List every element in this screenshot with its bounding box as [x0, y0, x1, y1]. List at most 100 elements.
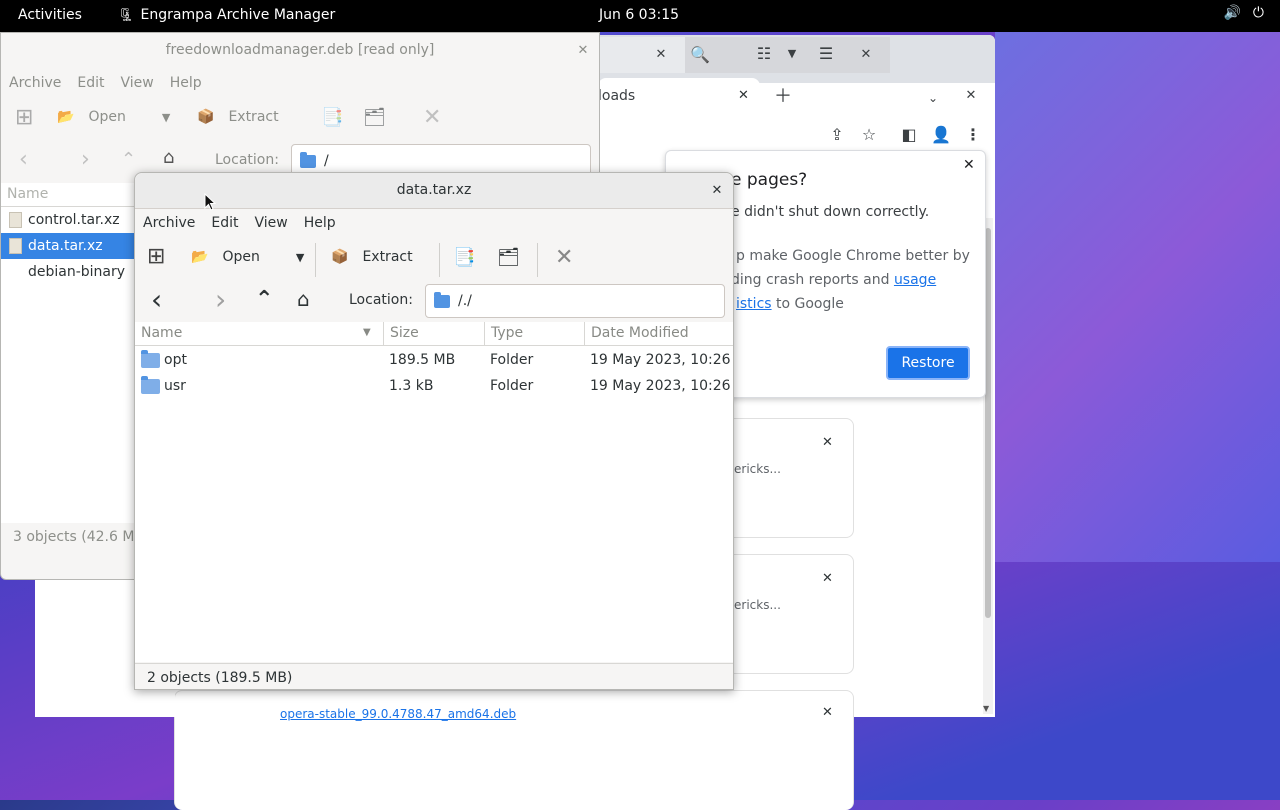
download-link[interactable]: opera-stable_99.0.4788.47_amd64.deb	[280, 707, 516, 721]
cancel-icon[interactable]: ✕	[423, 105, 441, 130]
folder-icon	[141, 375, 160, 394]
popup-close-icon[interactable]: ✕	[963, 157, 975, 173]
open-button[interactable]: 📂 Open ▼	[191, 249, 304, 265]
menu-view[interactable]: View	[247, 211, 296, 237]
app-name: Engrampa Archive Manager	[140, 7, 336, 23]
extract-button[interactable]: 📦 Extract	[331, 249, 413, 265]
column-header-size[interactable]: Size	[384, 322, 485, 346]
tab-close-icon[interactable]: ✕	[738, 88, 749, 103]
toolbar-separator	[537, 243, 538, 277]
menu-bar: Archive Edit View Help	[1, 71, 599, 97]
menu-archive[interactable]: Archive	[1, 71, 69, 97]
card-close-icon[interactable]: ✕	[822, 435, 833, 450]
extract-icon: 📦	[331, 249, 349, 265]
search-icon[interactable]: 🔍	[689, 45, 711, 65]
column-header-name[interactable]: Name	[1, 183, 135, 207]
add-files-icon[interactable]: 📑	[453, 247, 475, 268]
table-row[interactable]: usr 1.3 kB Folder 19 May 2023, 10:26	[135, 373, 733, 399]
size-cell: 189.5 MB	[389, 352, 456, 368]
type-cell: Folder	[490, 378, 534, 394]
file-name: data.tar.xz	[28, 238, 103, 254]
help-text-prefix: ding crash reports and	[731, 272, 894, 288]
row-name: usr	[164, 378, 186, 394]
forward-icon[interactable]: ›	[215, 283, 226, 316]
system-menu[interactable]: 🔊 ⏻	[1223, 5, 1264, 21]
bookmark-star-icon[interactable]: ☆	[858, 125, 880, 145]
menu-edit[interactable]: Edit	[69, 71, 112, 97]
top-bar: Activities 🗜 Engrampa Archive Manager Ju…	[0, 0, 1280, 32]
menu-bar: Archive Edit View Help	[135, 211, 733, 237]
more-menu-icon[interactable]: ⋮	[962, 125, 984, 145]
chrome-inactive-tab[interactable]	[600, 37, 685, 73]
list-view-icon[interactable]: ☷	[753, 44, 775, 64]
menu-view[interactable]: View	[113, 71, 162, 97]
home-icon[interactable]: ⌂	[163, 147, 174, 168]
close-icon[interactable]: ✕	[709, 183, 725, 198]
add-folder-icon[interactable]: 🗂	[363, 107, 386, 128]
menu-help[interactable]: Help	[162, 71, 210, 97]
window-title[interactable]: data.tar.xz	[135, 173, 733, 209]
window-close-icon[interactable]: ✕	[960, 86, 982, 106]
menu-edit[interactable]: Edit	[203, 211, 246, 237]
status-bar: 2 objects (189.5 MB)	[135, 663, 733, 691]
open-dropdown-icon[interactable]: ▼	[296, 251, 304, 264]
card-close-icon[interactable]: ✕	[822, 571, 833, 586]
name-cell: usr	[141, 373, 186, 399]
date-cell: 19 May 2023, 10:26	[590, 352, 731, 368]
cancel-icon[interactable]: ✕	[555, 245, 573, 270]
chrome-active-tab[interactable]: loads ✕	[598, 78, 760, 118]
location-value: /./	[458, 293, 472, 309]
popup-help-text-2: ding crash reports and usage	[731, 272, 936, 288]
column-header-name[interactable]: Name ▼	[135, 322, 384, 346]
hamburger-menu-icon[interactable]: ☰	[815, 44, 837, 64]
new-archive-icon[interactable]: ⊞	[15, 105, 33, 130]
card-close-icon[interactable]: ✕	[822, 705, 833, 720]
home-icon[interactable]: ⌂	[297, 287, 310, 311]
usage-link[interactable]: usage	[894, 272, 936, 288]
column-header-type[interactable]: Type	[485, 322, 585, 346]
forward-icon[interactable]: ›	[81, 147, 90, 172]
tab-search-icon[interactable]: ⌄	[922, 88, 944, 108]
back-icon[interactable]: ‹	[19, 147, 28, 172]
open-button[interactable]: 📂 Open ▼	[57, 109, 170, 125]
up-icon[interactable]: ⌃	[121, 149, 136, 170]
file-name: control.tar.xz	[28, 212, 120, 228]
activities-button[interactable]: Activities	[18, 7, 82, 23]
side-panel-icon[interactable]: ◧	[898, 125, 920, 145]
menu-help[interactable]: Help	[296, 211, 344, 237]
scroll-down-arrow-icon[interactable]: ▼	[983, 704, 989, 713]
up-icon[interactable]: ⌃	[255, 287, 273, 312]
location-field[interactable]: /./	[425, 284, 725, 318]
statistics-link[interactable]: istics	[736, 296, 772, 312]
extract-button[interactable]: 📦 Extract	[197, 109, 279, 125]
location-label: Location:	[349, 292, 413, 308]
tab-close-icon[interactable]: ✕	[650, 45, 672, 65]
name-cell: opt	[141, 347, 187, 373]
help-text-suffix: to Google	[771, 296, 844, 312]
chevron-down-icon[interactable]: ▼	[781, 44, 803, 64]
close-icon[interactable]: ✕	[855, 45, 877, 65]
back-icon[interactable]: ‹	[151, 283, 162, 316]
open-dropdown-icon[interactable]: ▼	[162, 111, 170, 124]
close-icon[interactable]: ✕	[575, 43, 591, 58]
app-menu[interactable]: 🗜 Engrampa Archive Manager	[118, 7, 335, 23]
extract-icon: 📦	[197, 109, 215, 125]
add-folder-icon[interactable]: 🗂	[497, 247, 520, 268]
clock[interactable]: Jun 6 03:15	[599, 7, 679, 23]
volume-icon: 🔊	[1223, 5, 1241, 21]
menu-archive[interactable]: Archive	[135, 211, 203, 237]
table-row[interactable]: opt 189.5 MB Folder 19 May 2023, 10:26	[135, 347, 733, 373]
new-tab-icon[interactable]: ＋	[772, 87, 794, 107]
wallpaper-shape	[995, 32, 1280, 562]
file-icon	[9, 264, 22, 280]
share-icon[interactable]: ⇪	[826, 125, 848, 145]
profile-icon[interactable]: 👤	[930, 125, 952, 145]
column-header-date-modified[interactable]: Date Modified	[585, 322, 733, 346]
toolbar-separator	[315, 243, 316, 277]
card-text: ericks...	[734, 598, 781, 612]
new-archive-icon[interactable]: ⊞	[147, 244, 165, 269]
restore-button[interactable]: Restore	[886, 346, 970, 380]
file-icon	[9, 212, 22, 228]
add-files-icon[interactable]: 📑	[321, 107, 343, 128]
window-title[interactable]: freedownloadmanager.deb [read only]	[1, 33, 599, 69]
